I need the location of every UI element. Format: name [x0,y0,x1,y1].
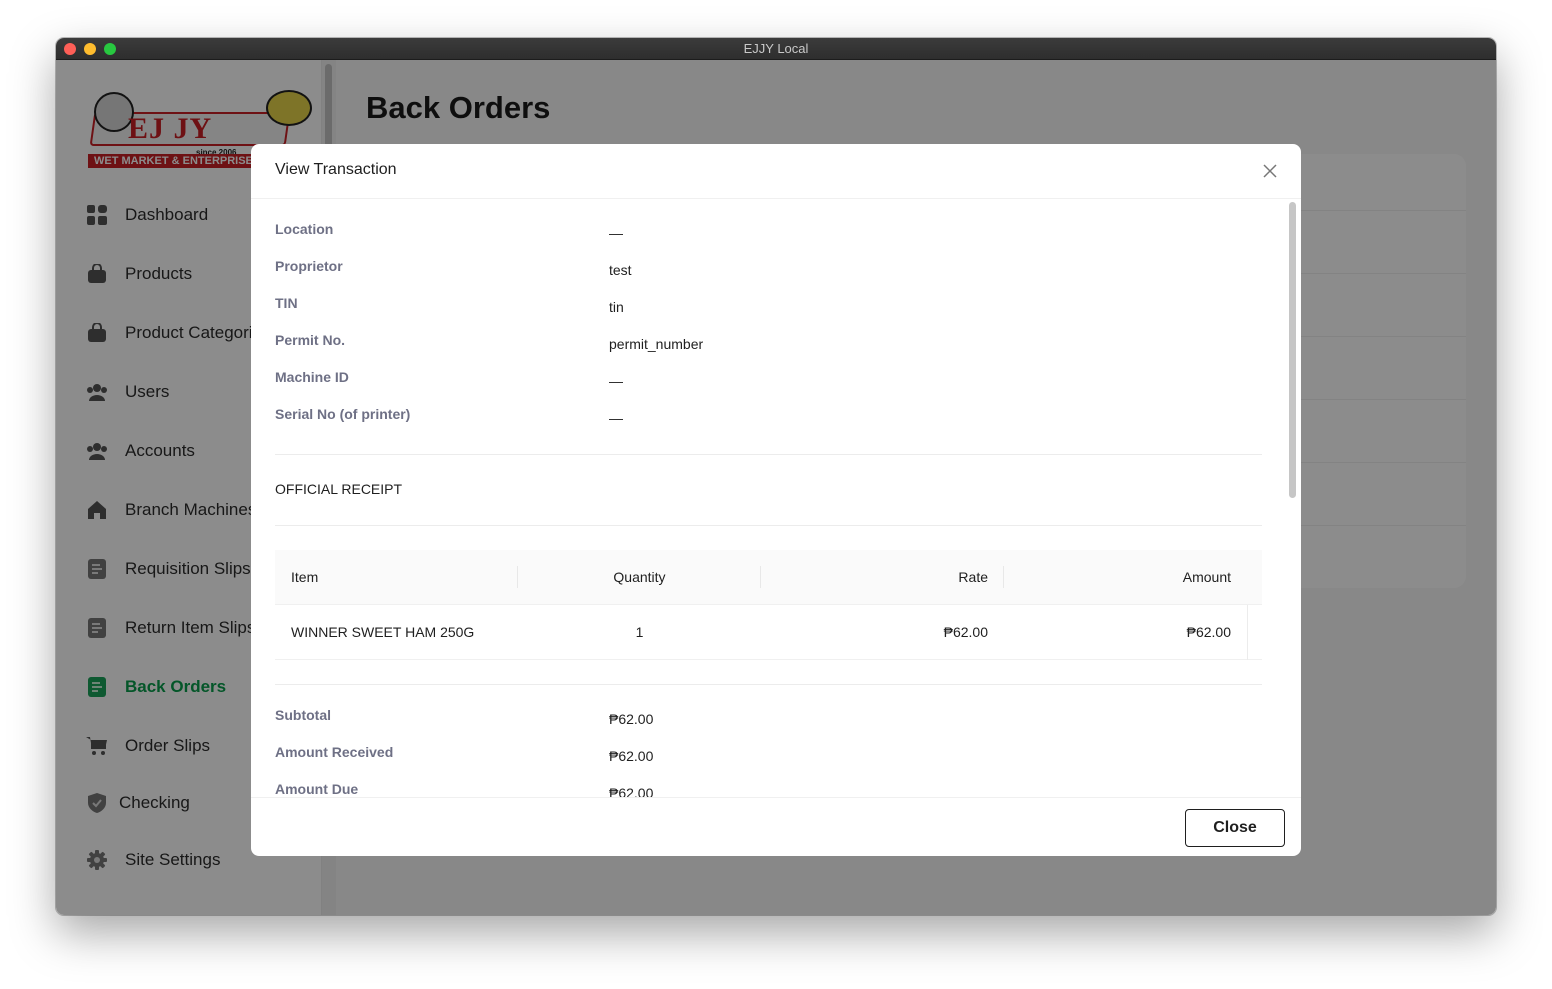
modal-body: Location — Proprietor test TIN tin Permi… [251,199,1301,797]
table-scroll-edge [1247,605,1248,660]
detail-value: test [609,262,632,278]
view-transaction-modal: View Transaction Location — Proprietor t… [251,144,1301,856]
detail-permit-no: Permit No. permit_number [275,332,1255,356]
section-divider [275,525,1262,526]
detail-value: tin [609,299,624,315]
detail-serial-no: Serial No (of printer) — [275,406,1255,430]
total-value: ₱62.00 [609,785,654,797]
table-row: WINNER SWEET HAM 250G 1 ₱62.00 ₱62.00 [275,605,1262,660]
total-label: Subtotal [275,707,331,723]
modal-header: View Transaction [251,144,1301,199]
title-bar: EJJY Local [56,38,1496,60]
modal-scrollbar[interactable] [1287,200,1299,796]
window-close-button[interactable] [64,43,76,55]
app-content: EJ JY since 2006 WET MARKET & ENTERPRISE… [56,60,1496,915]
detail-label: Proprietor [275,258,343,274]
detail-label: Serial No (of printer) [275,406,411,422]
column-header-amount: Amount [1182,569,1231,585]
table-header: Item Quantity Rate Amount [275,550,1262,605]
window-controls [64,43,116,55]
modal-footer: Close [251,797,1301,856]
column-header-quantity: Quantity [613,569,666,585]
column-header-rate: Rate [958,569,988,585]
detail-value: — [609,225,623,241]
total-subtotal: Subtotal ₱62.00 [275,707,1255,731]
cell-quantity: 1 [635,624,644,640]
window-maximize-button[interactable] [104,43,116,55]
detail-tin: TIN tin [275,295,1255,319]
modal-title: View Transaction [275,161,397,178]
receipt-title: OFFICIAL RECEIPT [275,481,403,497]
cell-amount: ₱62.00 [1186,624,1231,640]
detail-location: Location — [275,221,1255,245]
detail-label: Permit No. [275,332,346,348]
close-button[interactable]: Close [1185,809,1285,847]
detail-value: — [609,410,623,426]
total-amount-due: Amount Due ₱62.00 [275,781,1255,797]
total-label: Amount Due [275,781,359,797]
detail-label: Machine ID [275,369,349,385]
section-divider [275,454,1262,455]
detail-value: — [609,373,623,389]
section-divider [275,684,1262,685]
column-header-item: Item [291,569,319,585]
detail-machine-id: Machine ID — [275,369,1255,393]
detail-proprietor: Proprietor test [275,258,1255,282]
total-value: ₱62.00 [609,711,654,727]
total-label: Amount Received [275,744,394,760]
window-title: EJJY Local [743,41,809,56]
cell-item: WINNER SWEET HAM 250G [291,624,475,640]
window-minimize-button[interactable] [84,43,96,55]
modal-close-icon[interactable] [1259,160,1281,182]
modal-scrollbar-thumb[interactable] [1289,202,1296,498]
app-window: EJJY Local EJ JY since 2006 WET MARKET &… [56,38,1496,915]
total-amount-received: Amount Received ₱62.00 [275,744,1255,768]
detail-value: permit_number [609,336,704,352]
cell-rate: ₱62.00 [943,624,988,640]
total-value: ₱62.00 [609,748,654,764]
detail-label: TIN [275,295,298,311]
detail-label: Location [275,221,334,237]
